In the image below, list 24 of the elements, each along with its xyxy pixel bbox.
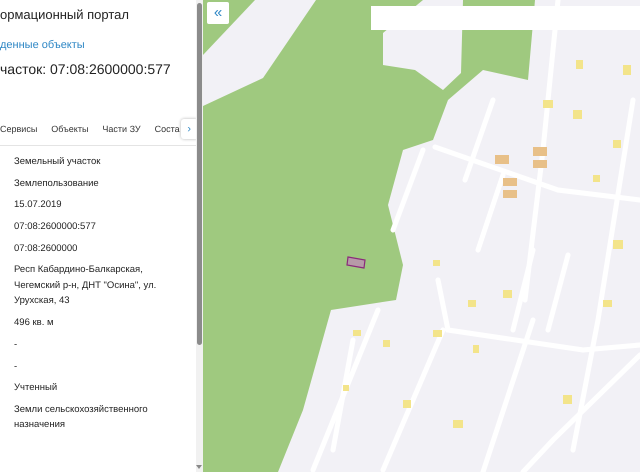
tab[interactable]: Объекты [51,124,88,134]
field-value: 496 кв. м [14,316,55,330]
field-value: Учтенный [14,381,58,396]
field-value: 07:08:2600000:577 [14,220,97,234]
parcel-outline[interactable] [346,256,366,269]
tab-scroll-button[interactable]: › [180,119,196,139]
field-value: 15.07.2019 [14,198,63,212]
field-value: Респ Кабардино-Балкарская, Чегемский р-н, ДНТ "Осина", ул. Урухская, 43 [14,263,158,308]
portal-title: ормационный портал [0,7,130,22]
tab[interactable]: Части ЗУ [102,124,141,134]
found-objects-link[interactable]: денные объекты [0,39,196,51]
field-value: 07:08:2600000 [14,242,78,256]
field-value: Земли сельскохозяйственного назначения [14,402,149,432]
field-value: - [14,338,18,352]
tab[interactable]: Сервисы [0,124,38,134]
field-value: Земельный участок [14,155,102,169]
parcel-heading: часток: 07:08:2600000:577 [0,61,172,77]
scrollbar[interactable] [196,0,203,472]
tab[interactable]: Соста [154,124,180,134]
field-value: Землепользование [14,176,100,191]
scroll-down-icon[interactable] [196,465,202,469]
collapse-panel-button[interactable]: « [207,2,229,24]
field-value: - [14,360,18,374]
scrollbar-thumb[interactable] [197,3,202,345]
